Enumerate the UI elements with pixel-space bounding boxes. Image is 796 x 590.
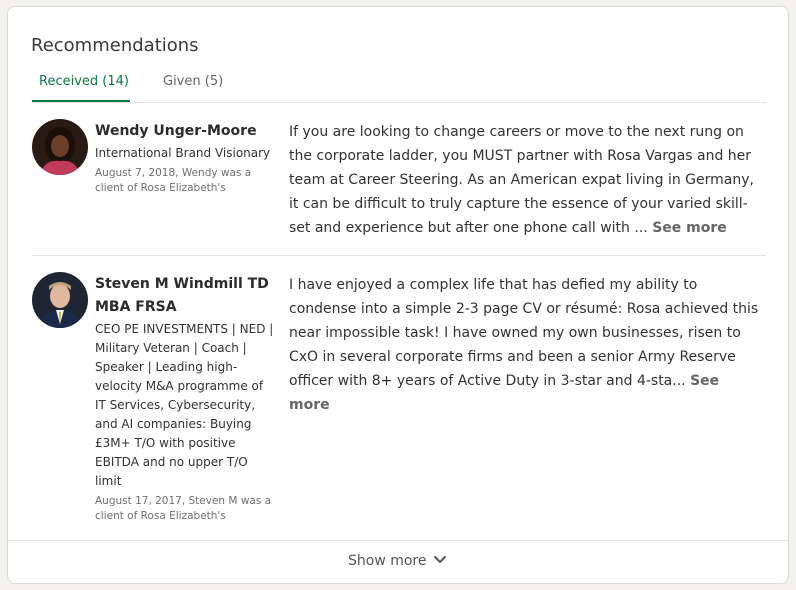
- recommendation-text: If you are looking to change careers or …: [289, 120, 764, 240]
- recommender-name[interactable]: Wendy Unger-Moore: [95, 120, 275, 143]
- tabs-bar: Received (14) Given (5): [32, 71, 766, 103]
- card-footer: Show more: [8, 540, 788, 584]
- recommendation-item: Wendy Unger-Moore International Brand Vi…: [32, 103, 766, 256]
- recommender-headline: CEO PE INVESTMENTS | NED | Military Vete…: [95, 322, 274, 488]
- recommendation-body: I have enjoyed a complex life that has d…: [289, 277, 759, 389]
- avatar[interactable]: [32, 119, 88, 175]
- recommendation-item: Steven M Windmill TD MBA FRSA CEO PE INV…: [32, 256, 766, 541]
- show-more-label: Show more: [348, 553, 427, 569]
- recommendation-meta: August 7, 2018, Wendy was a client of Ro…: [95, 167, 252, 194]
- recommender-name[interactable]: Steven M Windmill TD MBA FRSA: [95, 273, 275, 319]
- show-more-button[interactable]: Show more: [348, 553, 447, 569]
- section-title: Recommendations: [31, 35, 199, 56]
- recommender-headline: International Brand Visionary: [95, 146, 271, 160]
- avatar[interactable]: [32, 272, 88, 328]
- recommendation-text: I have enjoyed a complex life that has d…: [289, 273, 764, 417]
- chevron-down-icon: [433, 553, 447, 569]
- recommendations-card: Recommendations Received (14) Given (5) …: [7, 6, 789, 584]
- tab-received[interactable]: Received (14): [32, 74, 130, 102]
- recommendation-meta: August 17, 2017, Steven M was a client o…: [95, 495, 272, 522]
- see-more-link[interactable]: See more: [652, 220, 727, 236]
- tab-given[interactable]: Given (5): [163, 74, 223, 102]
